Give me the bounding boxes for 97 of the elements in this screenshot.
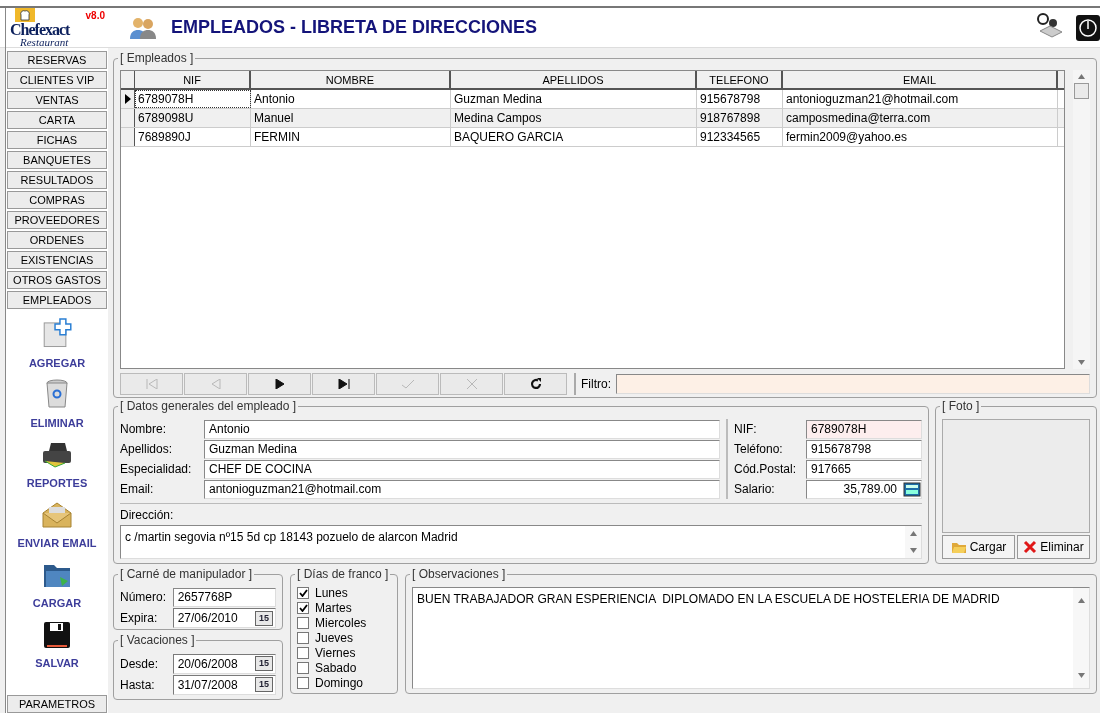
photo-button[interactable]: Eliminar [1017,535,1090,559]
field-label: Salario: [734,481,776,498]
table-cell: 915678798 [697,90,783,108]
table-cell: 6789098U [135,109,251,127]
table-cell: 918767898 [697,109,783,127]
table-cell: 6789078H [135,90,251,108]
field-label: Hasta: [120,676,156,694]
field-label: Desde: [120,655,160,673]
column-header[interactable]: APELLIDOS [451,71,697,88]
table-cell: antonioguzman21@hotmail.com [783,90,1058,108]
group-title: [ Observaciones ] [410,567,508,581]
text-field[interactable]: 6789078H [806,419,922,439]
table-cell: FERMIN [251,128,451,146]
field-label: Teléfono: [734,441,784,458]
group-title: [ Empleados ] [118,51,196,65]
action-button[interactable]: ELIMINAR [30,377,84,433]
salary-value: 35,789.00 [842,481,898,498]
notes-field[interactable]: BUEN TRABAJADOR GRAN ESPERIENCIA DIPLOMADO EN LA ESCUELA DE HOSTELERIA DE MADRID [412,587,1090,689]
table-cell: 912334565 [697,128,783,146]
table-cell: Medina Campos [451,109,697,127]
menu-button[interactable]: FICHAS [7,131,107,149]
action-button[interactable]: CARGAR [32,557,82,613]
column-header[interactable]: TELEFONO [697,71,783,88]
group-title: [ Días de franco ] [295,567,391,581]
field-label: NIF: [734,421,758,438]
menu-button[interactable]: RESERVAS [7,51,107,69]
filter-label: Filtro: [581,376,611,393]
date-field[interactable]: 31/07/2008 15 [172,674,276,695]
text-field[interactable]: 915678798 [806,439,922,459]
date-value: 27/06/2010 [177,610,239,627]
menu-button[interactable]: CARTA [7,111,107,129]
menu-button[interactable]: BANQUETES [7,151,107,169]
field-label: Especialidad: [120,461,193,478]
notes-text: BUEN TRABAJADOR GRAN ESPERIENCIA DIPLOMADO EN LA ESCUELA DE HOSTELERIA DE MADRID [416,591,1001,608]
checkbox-label: Miercoles [315,614,367,632]
checkbox-label: Viernes [315,644,356,662]
logo-version: v8.0 [85,8,105,23]
address-value: c /martin segovia nº15 5d cp 18143 pozuelo de alarcon Madrid [124,529,459,546]
menu-button[interactable]: CLIENTES VIP [7,71,107,89]
checkbox-label: Domingo [315,674,364,692]
date-field[interactable]: 27/06/2010 15 [172,608,276,628]
parameters-button[interactable]: PARAMETROS [7,695,107,713]
table-cell: Guzman Medina [451,90,697,108]
calendar-button[interactable]: 15 [255,677,273,692]
menu-button[interactable]: RESULTADOS [7,171,107,189]
text-field[interactable]: antonioguzman21@hotmail.com [204,479,720,499]
action-button[interactable]: AGREGAR [28,317,86,373]
group-title: [ Foto ] [940,399,982,413]
field-label: Cód.Postal: [734,461,798,478]
calendar-button[interactable]: 15 [255,656,273,671]
field-label: Email: [120,481,155,498]
checkbox-label: Lunes [315,584,348,602]
field-label: Apellidos: [120,441,174,458]
text-field[interactable]: CHEF DE COCINA [204,459,720,479]
menu-button[interactable]: COMPRAS [7,191,107,209]
window-title: EMPLEADOS - LIBRETA DE DIRECCIONES [171,16,538,39]
column-header[interactable]: NIF [135,71,251,88]
calendar-button[interactable]: 15 [255,610,273,626]
menu-button[interactable]: OTROS GASTOS [7,271,107,289]
field-label: Número: [120,589,167,606]
text-field[interactable]: Guzman Medina [204,439,720,459]
date-field[interactable]: 20/06/2008 15 [172,653,276,674]
date-value: 31/07/2008 [177,676,239,694]
table-cell: BAQUERO GARCIA [451,128,697,146]
field-label: Expira: [120,610,159,627]
field-label: Dirección: [120,508,174,522]
group-title: [ Carné de manipulador ] [118,567,255,581]
menu-button[interactable]: EMPLEADOS [7,291,107,309]
checkbox-label: Martes [315,599,352,617]
table-cell: fermin2009@yahoo.es [783,128,1058,146]
column-header[interactable]: EMAIL [783,71,1058,88]
photo-button[interactable]: Cargar [942,535,1015,559]
action-button[interactable]: SALVAR [35,617,79,673]
salary-field[interactable]: 35,789.00 [806,479,922,499]
column-header[interactable]: NOMBRE [251,71,451,88]
field-label: Nombre: [120,421,167,438]
address-field[interactable]: c /martin segovia nº15 5d cp 18143 pozuelo de alarcon Madrid [120,525,922,559]
menu-button[interactable]: VENTAS [7,91,107,109]
checkbox-label: Jueves [315,629,354,647]
table-cell: Manuel [251,109,451,127]
group-title: [ Vacaciones ] [118,633,197,647]
text-field[interactable]: Antonio [204,419,720,439]
date-value: 20/06/2008 [177,655,239,673]
group-title: [ Datos generales del empleado ] [118,399,299,413]
text-field[interactable]: 2657768P [172,587,276,607]
logo-name: Chefexact [10,21,70,38]
table-cell: camposmedina@terra.com [783,109,1058,127]
checkbox-label: Sabado [315,659,357,677]
table-cell: 7689890J [135,128,251,146]
text-field[interactable]: 917665 [806,459,922,479]
action-button[interactable]: ENVIAR EMAIL [17,497,97,553]
action-button[interactable]: REPORTES [26,437,88,493]
menu-button[interactable]: ORDENES [7,231,107,249]
menu-button[interactable]: PROVEEDORES [7,211,107,229]
menu-button[interactable]: EXISTENCIAS [7,251,107,269]
logo-subtitle: Restaurant [20,35,69,48]
table-cell: Antonio [251,90,451,108]
